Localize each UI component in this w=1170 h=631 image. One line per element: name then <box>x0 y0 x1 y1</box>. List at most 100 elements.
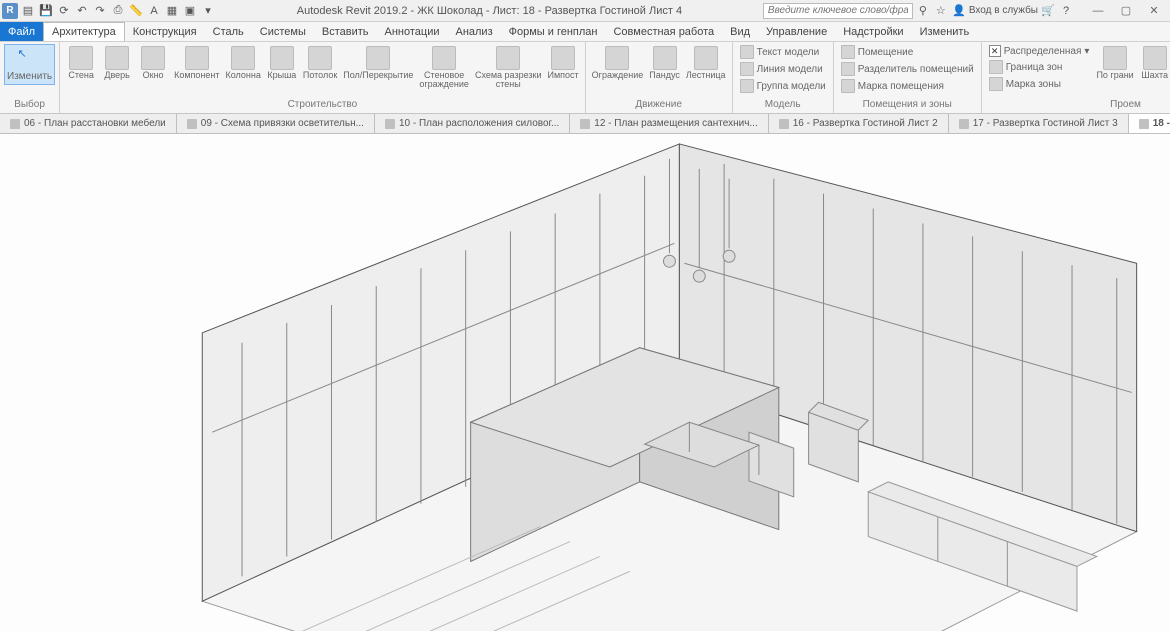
ribbon-group-model: Текст модели Линия модели Группа модели … <box>733 42 834 113</box>
thin-lines-icon[interactable]: ▦ <box>164 3 180 19</box>
open-icon[interactable]: ▤ <box>20 3 36 19</box>
tool-icon <box>270 46 294 70</box>
modify-tool[interactable]: ↖ Изменить <box>4 44 55 85</box>
quick-access-toolbar: R ▤ 💾 ⟳ ↶ ↷ ⎙ 📏 A ▦ ▣ ▾ <box>2 3 216 19</box>
distributed-dropdown[interactable]: ✕Распределенная ▾ <box>986 44 1093 58</box>
sync-icon[interactable]: ⟳ <box>56 3 72 19</box>
tool-icon <box>69 46 93 70</box>
measure-icon[interactable]: 📏 <box>128 3 144 19</box>
view-tab-5[interactable]: 17 - Развертка Гостиной Лист 3 <box>949 114 1129 133</box>
menu-steel[interactable]: Сталь <box>205 22 252 41</box>
title-bar-right: ⚲ ☆ 👤 Вход в службы 🛒 ? — ▢ ✕ <box>763 2 1168 20</box>
menu-view[interactable]: Вид <box>722 22 758 41</box>
sheet-icon <box>385 119 395 129</box>
model-group-tool[interactable]: Группа модели <box>737 78 829 94</box>
exchange-icon[interactable]: 🛒 <box>1040 3 1056 19</box>
menu-file[interactable]: Файл <box>0 22 43 41</box>
redo-icon[interactable]: ↷ <box>92 3 108 19</box>
login-label[interactable]: Вход в службы <box>969 5 1038 16</box>
tool-icon <box>496 46 520 70</box>
cursor-icon: ↖ <box>18 47 42 71</box>
sheet-icon <box>580 119 590 129</box>
save-icon[interactable]: 💾 <box>38 3 54 19</box>
help-icon[interactable]: ? <box>1058 3 1074 19</box>
ribbon-group-opening: ✕Распределенная ▾ Граница зон Марка зоны… <box>982 42 1170 113</box>
shaft-icon <box>1143 46 1167 70</box>
build-tool-8[interactable]: Стеновоеограждение <box>417 44 471 91</box>
menu-massing[interactable]: Формы и генплан <box>501 22 606 41</box>
checkbox-icon: ✕ <box>989 45 1001 57</box>
text-icon <box>740 45 754 59</box>
undo-icon[interactable]: ↶ <box>74 3 90 19</box>
view-tab-3[interactable]: 12 - План размещения сантехнич... <box>570 114 768 133</box>
close-button[interactable]: ✕ <box>1140 2 1168 20</box>
close-views-icon[interactable]: ▣ <box>182 3 198 19</box>
build-tool-4[interactable]: Колонна <box>224 44 263 82</box>
shaft-tool[interactable]: Шахта <box>1138 44 1170 82</box>
search-input[interactable] <box>763 3 913 19</box>
menu-insert[interactable]: Вставить <box>314 22 377 41</box>
line-icon <box>740 62 754 76</box>
menu-annotate[interactable]: Аннотации <box>377 22 448 41</box>
app-logo[interactable]: R <box>2 3 18 19</box>
tool-icon <box>551 46 575 70</box>
minimize-button[interactable]: — <box>1084 2 1112 20</box>
separator-icon <box>841 62 855 76</box>
tool-icon <box>605 46 629 70</box>
model-text-tool[interactable]: Текст модели <box>737 44 829 60</box>
view-tab-2[interactable]: 10 - План расположения силовог... <box>375 114 570 133</box>
area-tag-tool[interactable]: Марка зоны <box>986 76 1093 92</box>
build-tool-5[interactable]: Крыша <box>265 44 299 82</box>
switch-windows-icon[interactable]: ▾ <box>200 3 216 19</box>
room-tag-tool[interactable]: Марка помещения <box>838 78 977 94</box>
build-tool-10[interactable]: Импост <box>546 44 581 82</box>
content-area: 06 - План расстановки мебели09 - Схема п… <box>0 114 1170 631</box>
room-separator-tool[interactable]: Разделитель помещений <box>838 61 977 77</box>
ribbon-tabs: Файл Архитектура Конструкция Сталь Систе… <box>0 22 1170 42</box>
maximize-button[interactable]: ▢ <box>1112 2 1140 20</box>
text-icon[interactable]: A <box>146 3 162 19</box>
room-icon <box>841 45 855 59</box>
menu-systems[interactable]: Системы <box>252 22 314 41</box>
menu-manage[interactable]: Управление <box>758 22 835 41</box>
build-tool-6[interactable]: Потолок <box>301 44 339 82</box>
sheet-icon <box>1139 119 1149 129</box>
ribbon: ↖ Изменить Выбор СтенаДверьОкноКомпонент… <box>0 42 1170 114</box>
menu-structure[interactable]: Конструкция <box>125 22 205 41</box>
view-tab-1[interactable]: 09 - Схема привязки осветительн... <box>177 114 375 133</box>
build-tool-3[interactable]: Компонент <box>172 44 221 82</box>
by-face-tool[interactable]: По грани <box>1094 44 1135 82</box>
tool-icon <box>653 46 677 70</box>
view-tab-0[interactable]: 06 - План расстановки мебели <box>0 114 177 133</box>
movement-tool-1[interactable]: Пандус <box>647 44 682 82</box>
user-icon[interactable]: 👤 <box>951 3 967 19</box>
room-tool[interactable]: Помещение <box>838 44 977 60</box>
title-bar: R ▤ 💾 ⟳ ↶ ↷ ⎙ 📏 A ▦ ▣ ▾ Autodesk Revit 2… <box>0 0 1170 22</box>
isometric-drawing <box>0 134 1170 631</box>
print-icon[interactable]: ⎙ <box>110 3 126 19</box>
view-tab-6[interactable]: 18 - Развертка Гостиной Лист 4× <box>1129 114 1170 133</box>
build-tool-0[interactable]: Стена <box>64 44 98 82</box>
window-title: Autodesk Revit 2019.2 - ЖК Шоколад - Лис… <box>216 5 763 17</box>
build-tool-1[interactable]: Дверь <box>100 44 134 82</box>
view-tab-4[interactable]: 16 - Развертка Гостиной Лист 2 <box>769 114 949 133</box>
build-tool-7[interactable]: Пол/Перекрытие <box>341 44 415 82</box>
favorite-icon[interactable]: ☆ <box>933 3 949 19</box>
sheet-icon <box>10 119 20 129</box>
communicate-icon[interactable]: ⚲ <box>915 3 931 19</box>
drawing-canvas[interactable] <box>0 134 1170 631</box>
model-line-tool[interactable]: Линия модели <box>737 61 829 77</box>
ribbon-group-room: Помещение Разделитель помещений Марка по… <box>834 42 982 113</box>
ribbon-group-select: ↖ Изменить Выбор <box>0 42 60 113</box>
menu-collaborate[interactable]: Совместная работа <box>605 22 722 41</box>
menu-modify[interactable]: Изменить <box>912 22 978 41</box>
sheet-icon <box>959 119 969 129</box>
menu-architecture[interactable]: Архитектура <box>43 22 125 41</box>
menu-analyze[interactable]: Анализ <box>447 22 500 41</box>
movement-tool-0[interactable]: Ограждение <box>590 44 646 82</box>
menu-addins[interactable]: Надстройки <box>835 22 911 41</box>
area-tool[interactable]: Граница зон <box>986 59 1093 75</box>
build-tool-9[interactable]: Схема разрезкистены <box>473 44 544 91</box>
build-tool-2[interactable]: Окно <box>136 44 170 82</box>
movement-tool-2[interactable]: Лестница <box>684 44 728 82</box>
